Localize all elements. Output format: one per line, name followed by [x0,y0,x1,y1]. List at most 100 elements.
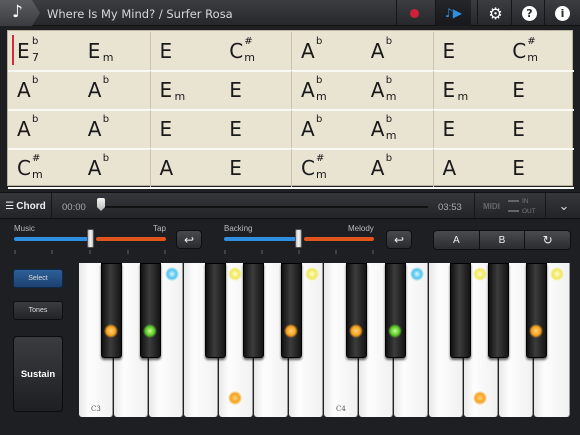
chord-quality: m [174,90,186,103]
settings-button[interactable]: ⚙ [477,0,513,26]
chord-cell[interactable]: E [149,32,221,70]
backing-reset-button[interactable]: ↩ [386,230,412,249]
chord-cell[interactable]: E [149,110,221,148]
chord-root: A [87,117,102,141]
chord-cell[interactable]: Ab [362,32,433,70]
note-marker [228,267,242,281]
chord-accidental: b [32,75,39,86]
info-button[interactable]: i [544,0,580,26]
chord-cell[interactable]: A [149,149,221,187]
backing-label: Backing [224,224,253,233]
chord-cell[interactable]: E [220,149,291,187]
black-key[interactable] [488,263,509,358]
loop-button[interactable]: ↻ [525,231,570,249]
note-marker [388,324,402,338]
chord-cell[interactable]: E [432,32,504,70]
chord-cell[interactable]: Ab [8,110,79,148]
chord-accidental: b [32,36,39,47]
transport-bar: ☰ Chord 00:00 03:53 MIDI IN OUT ⌄ [0,192,580,220]
key-label-c4: C4 [336,405,346,413]
chord-quality: m [457,90,469,103]
chord-cell[interactable]: Em [432,71,504,109]
black-key[interactable] [346,263,367,358]
black-key[interactable] [205,263,226,358]
chord-root: A [301,39,315,63]
record-button[interactable] [396,0,432,26]
chord-root: A [301,78,315,102]
chord-cell[interactable]: C # m [503,32,574,70]
chord-cell[interactable]: Abm [362,71,433,109]
chord-cell[interactable]: Ab [291,110,362,148]
melody-slider-right [304,237,374,241]
chord-root: E [512,156,525,180]
key-label-c3: C3 [91,405,101,413]
note-marker [104,324,118,338]
chord-accidental: # [316,153,325,164]
music-reset-button[interactable]: ↩ [176,230,202,249]
black-key[interactable] [101,263,122,358]
backing-melody-balance-knob[interactable] [295,229,302,248]
seek-track[interactable] [98,206,428,208]
midi-out-label: OUT [522,208,536,215]
chord-view-button[interactable]: ☰ Chord [0,193,52,220]
gear-icon: ⚙ [488,3,503,23]
chord-quality: m [385,129,397,142]
chord-accidental: b [102,75,110,86]
chord-cell[interactable]: Em [149,71,221,109]
chord-root: E [17,39,30,63]
tones-button[interactable]: Tones [13,301,63,320]
chord-cell[interactable]: Ab [8,71,79,109]
chord-cell[interactable]: Eb 7 [8,32,79,70]
chord-cell[interactable]: A [432,149,504,187]
seek-thumb[interactable] [97,198,105,211]
music-tap-balance-knob[interactable] [87,229,94,248]
top-bar: ♪ Where Is My Mind? / Surfer Rosa ♪▶ ⚙ ?… [0,0,580,26]
chord-root: A [87,78,102,102]
collapse-button[interactable]: ⌄ [548,193,580,220]
chord-cell[interactable]: Ab [79,149,150,187]
chord-cell[interactable]: C # m [220,32,291,70]
black-key[interactable] [450,263,471,358]
loop-icon: ↻ [542,233,553,247]
section-a-button[interactable]: A [434,231,480,249]
current-time: 00:00 [62,202,86,213]
note-marker [284,324,298,338]
chord-cell[interactable]: C # m [291,149,362,187]
chord-root: A [159,156,174,180]
chord-root: C [229,39,244,63]
chord-cell[interactable]: E [503,71,574,109]
chord-cell[interactable]: E [220,71,291,109]
chord-cell[interactable]: E [432,110,504,148]
playback-mode-button[interactable]: ♪▶ [435,0,471,26]
chord-grid[interactable]: Eb 7 Em E C # m Ab Ab E C # m Ab Ab Em E Ab m Ab m Em E Ab Ab E E A… [7,30,574,189]
total-time: 03:53 [438,202,462,213]
chord-cell[interactable]: E [503,149,574,187]
sustain-button[interactable]: Sustain [13,336,63,412]
chord-root: E [229,156,242,180]
chord-cell[interactable]: Ab [79,71,150,109]
black-key[interactable] [140,263,161,358]
midi-toggle[interactable]: MIDI IN OUT [474,193,546,220]
black-key[interactable] [526,263,547,358]
chord-cell[interactable]: E [503,110,574,148]
chord-cell[interactable]: Abm [362,110,433,148]
chord-cell[interactable]: Ab [291,32,362,70]
note-marker [529,324,543,338]
chord-quality: m [244,51,255,64]
song-list-button[interactable]: ♪ [0,0,40,26]
chord-cell[interactable]: Ab [362,149,433,187]
select-button[interactable]: Select [13,269,63,288]
backing-slider-left [224,237,298,241]
section-b-button[interactable]: B [479,231,526,249]
chord-cell[interactable]: Em [79,32,150,70]
black-key[interactable] [281,263,302,358]
chord-cell[interactable]: C # m [8,149,79,187]
chord-quality: 7 [32,51,39,64]
chord-cell[interactable]: Abm [291,71,362,109]
black-key[interactable] [385,263,406,358]
help-button[interactable]: ? [511,0,547,26]
chord-cell[interactable]: E [220,110,291,148]
chord-cell[interactable]: Ab [79,110,150,148]
black-key[interactable] [243,263,264,358]
chord-accidental: b [102,153,110,164]
